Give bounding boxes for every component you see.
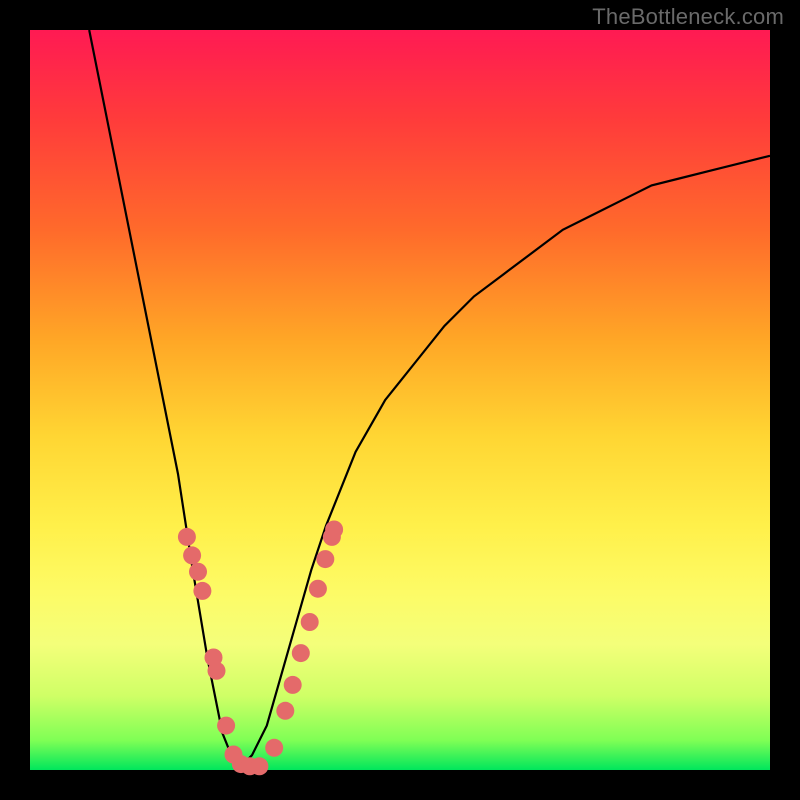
- highlight-dot: [301, 613, 319, 631]
- highlight-dot: [265, 739, 283, 757]
- highlight-dot: [309, 580, 327, 598]
- watermark-text: TheBottleneck.com: [592, 4, 784, 30]
- highlight-dot: [316, 550, 334, 568]
- chart-frame: TheBottleneck.com: [0, 0, 800, 800]
- highlight-dot: [178, 528, 196, 546]
- highlight-dot: [276, 702, 294, 720]
- highlight-dot: [250, 757, 268, 775]
- highlight-dot: [183, 546, 201, 564]
- highlight-dot: [325, 521, 343, 539]
- highlight-dot: [208, 662, 226, 680]
- bottleneck-curve: [89, 30, 770, 770]
- curve-svg: [30, 30, 770, 770]
- highlight-dot: [217, 717, 235, 735]
- highlight-dot: [284, 676, 302, 694]
- plot-area: [30, 30, 770, 770]
- highlight-dot: [189, 563, 207, 581]
- highlight-dot: [292, 644, 310, 662]
- highlight-dot: [193, 582, 211, 600]
